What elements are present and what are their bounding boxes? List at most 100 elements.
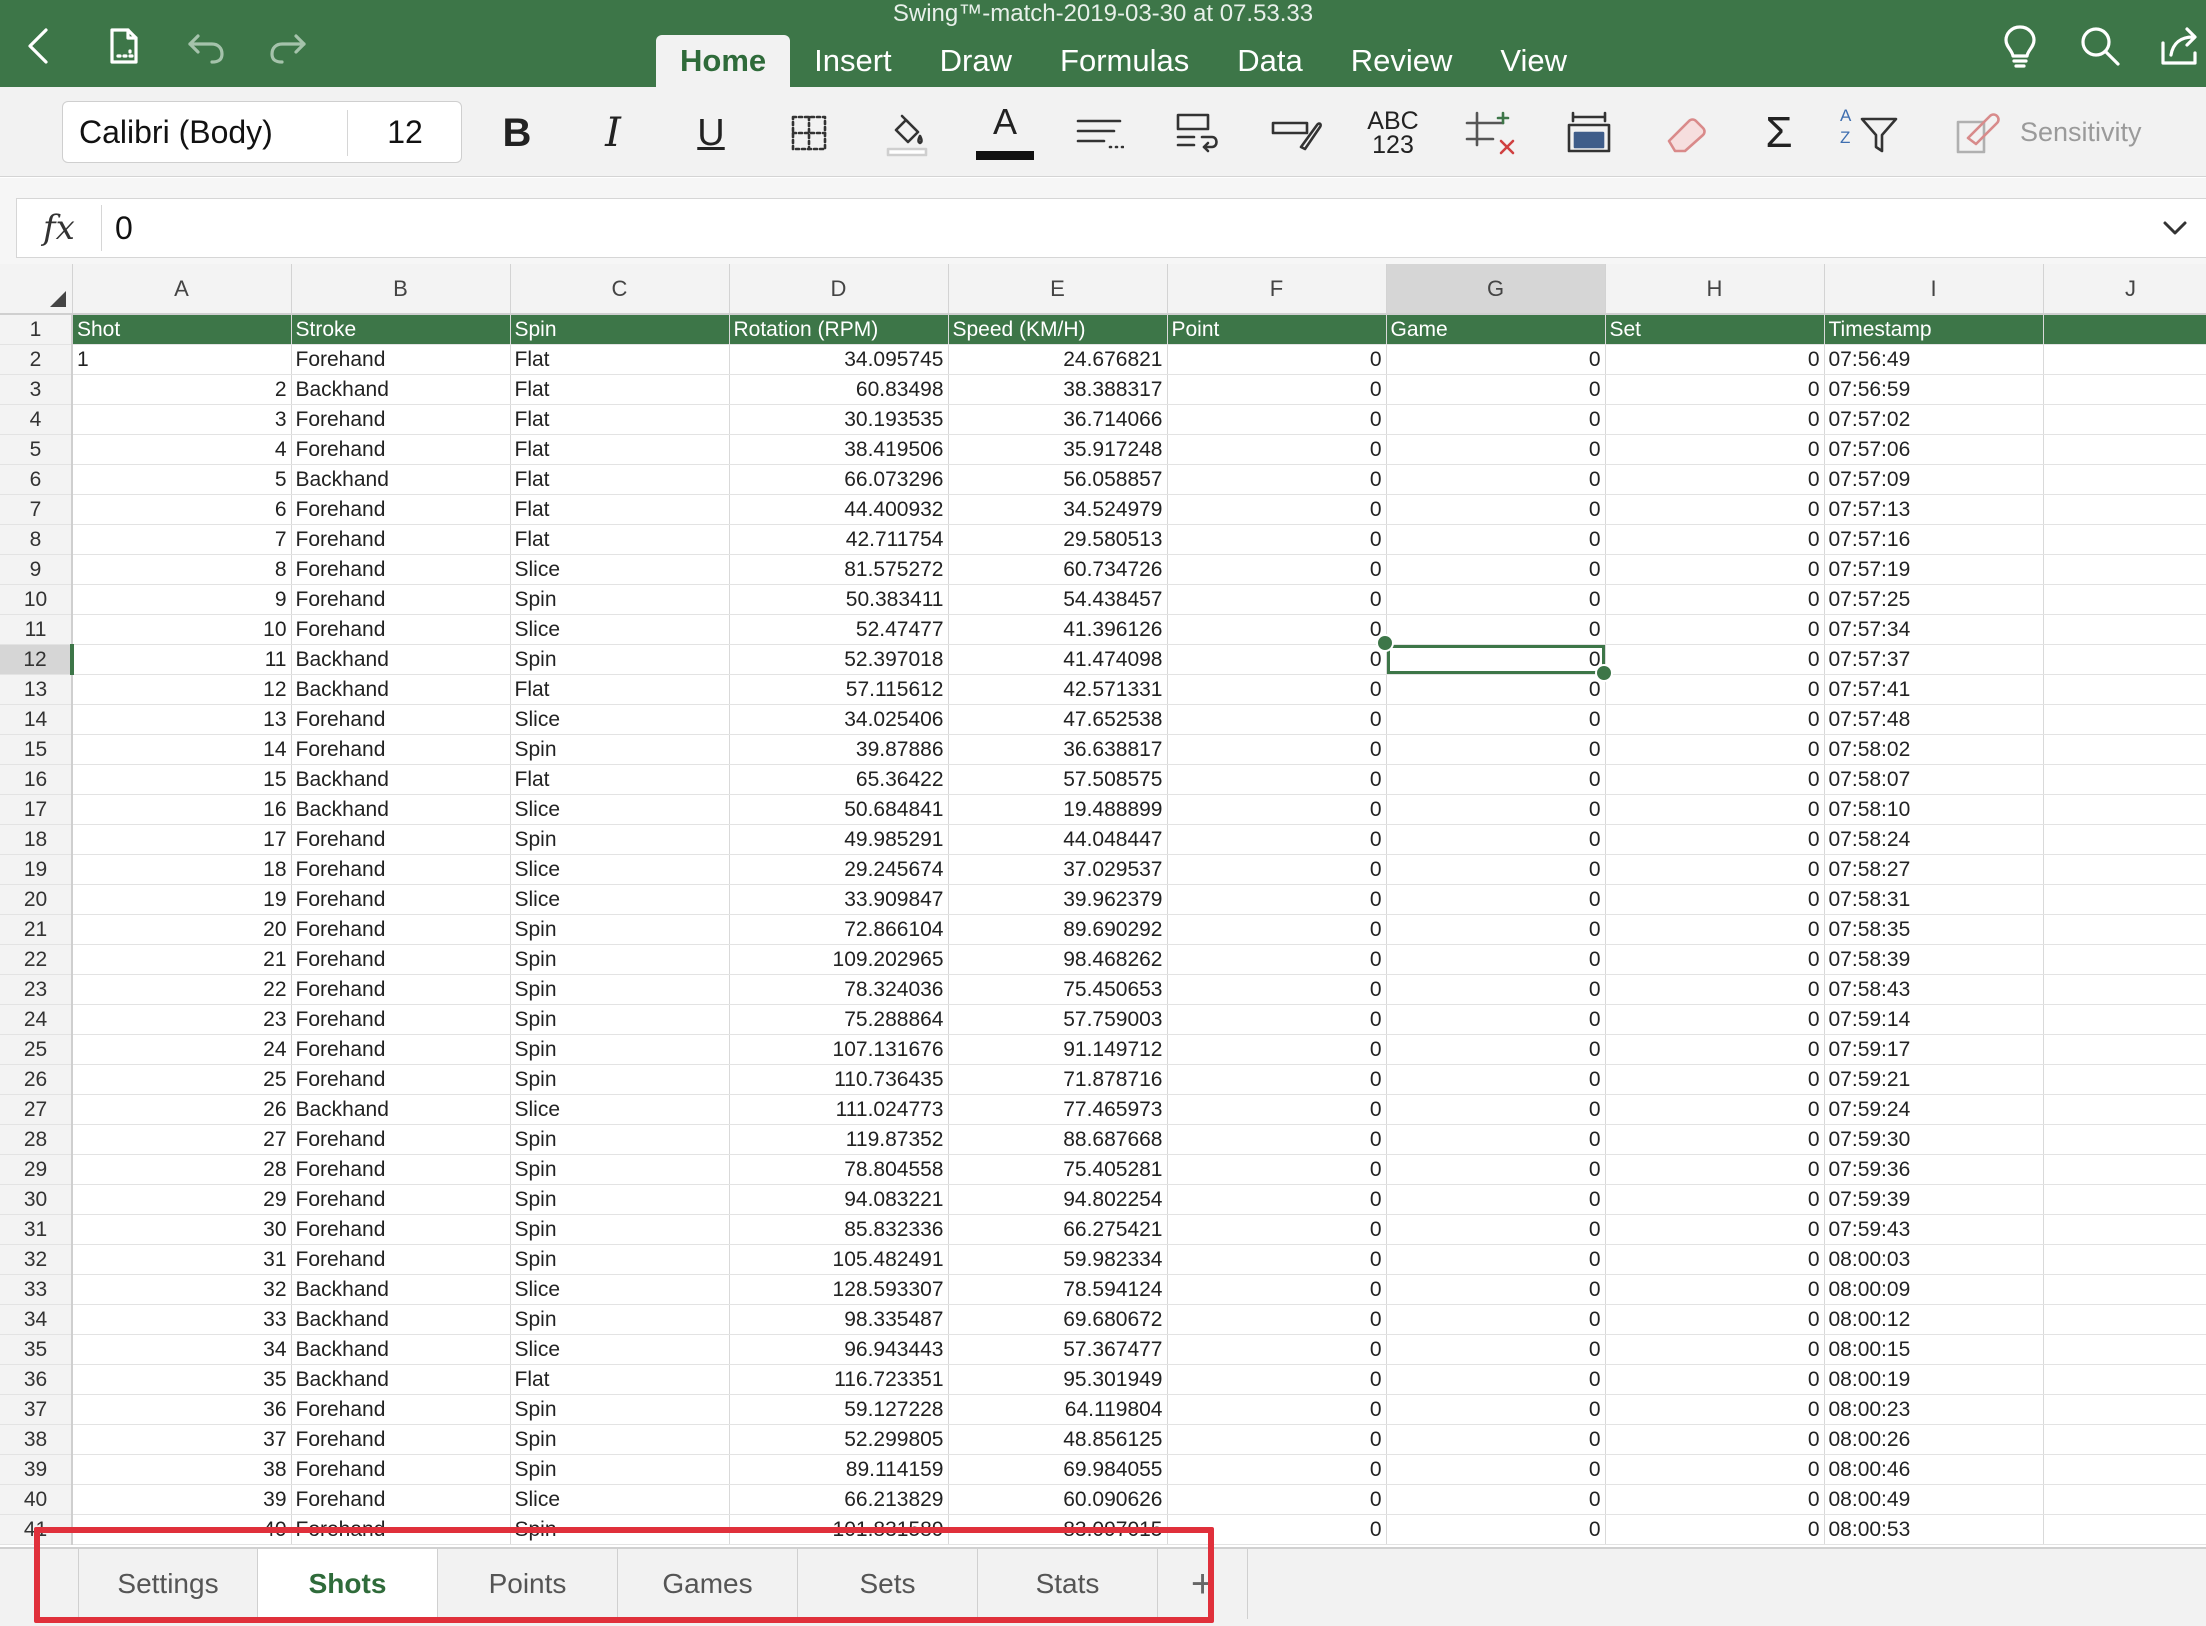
- cell-speed[interactable]: 59.982334: [948, 1244, 1168, 1275]
- empty-cell[interactable]: [2043, 1094, 2206, 1125]
- cell-shot[interactable]: 14: [72, 734, 292, 765]
- column-header-f[interactable]: F: [1167, 264, 1387, 315]
- column-header-c[interactable]: C: [510, 264, 730, 315]
- cell-point[interactable]: 0: [1167, 854, 1387, 885]
- cell-rotation[interactable]: 52.299805: [729, 1424, 949, 1455]
- cell-stroke[interactable]: Forehand: [291, 1394, 511, 1425]
- row-number[interactable]: 37: [0, 1394, 73, 1425]
- cell-shot[interactable]: 31: [72, 1244, 292, 1275]
- cell-rotation[interactable]: 52.397018: [729, 644, 949, 675]
- column-header-i[interactable]: I: [1824, 264, 2044, 315]
- cell-set[interactable]: 0: [1605, 974, 1825, 1005]
- cell-stroke[interactable]: Backhand: [291, 794, 511, 825]
- empty-cell[interactable]: [2043, 614, 2206, 645]
- cell-game[interactable]: 0: [1386, 764, 1606, 795]
- empty-cell[interactable]: [2043, 584, 2206, 615]
- cell-stroke[interactable]: Forehand: [291, 434, 511, 465]
- cell-game[interactable]: 0: [1386, 1454, 1606, 1485]
- empty-cell[interactable]: [2043, 764, 2206, 795]
- cell-point[interactable]: 0: [1167, 1154, 1387, 1185]
- cell-speed[interactable]: 19.488899: [948, 794, 1168, 825]
- cell-spin[interactable]: Spin: [510, 974, 730, 1005]
- cell-stroke[interactable]: Backhand: [291, 1094, 511, 1125]
- empty-cell[interactable]: [2043, 434, 2206, 465]
- row-number[interactable]: 36: [0, 1364, 73, 1395]
- tab-home[interactable]: Home: [656, 35, 791, 87]
- cell-rotation[interactable]: 65.36422: [729, 764, 949, 795]
- empty-cell[interactable]: [2043, 1394, 2206, 1425]
- cell-rotation[interactable]: 34.095745: [729, 344, 949, 375]
- cell-set[interactable]: 0: [1605, 344, 1825, 375]
- cell-set[interactable]: 0: [1605, 1364, 1825, 1395]
- share-icon[interactable]: [2154, 20, 2206, 72]
- row-number[interactable]: 14: [0, 704, 73, 735]
- cell-shot[interactable]: 24: [72, 1034, 292, 1065]
- empty-cell[interactable]: [2043, 704, 2206, 735]
- cell-point[interactable]: 0: [1167, 1304, 1387, 1335]
- cell-speed[interactable]: 24.676821: [948, 344, 1168, 375]
- cell-set[interactable]: 0: [1605, 1184, 1825, 1215]
- cell-spin[interactable]: Flat: [510, 494, 730, 525]
- sheet-tab-settings[interactable]: Settings: [78, 1549, 258, 1619]
- column-header-g[interactable]: G: [1386, 264, 1606, 315]
- cell-game[interactable]: 0: [1386, 494, 1606, 525]
- empty-cell[interactable]: [2043, 314, 2206, 345]
- empty-cell[interactable]: [2043, 1304, 2206, 1335]
- cell-timestamp[interactable]: 08:00:26: [1824, 1424, 2044, 1455]
- cell-game[interactable]: 0: [1386, 1484, 1606, 1515]
- cell-game[interactable]: 0: [1386, 1304, 1606, 1335]
- cell-point[interactable]: 0: [1167, 884, 1387, 915]
- cell-stroke[interactable]: Backhand: [291, 1364, 511, 1395]
- row-number[interactable]: 13: [0, 674, 73, 705]
- cell-timestamp[interactable]: 07:59:24: [1824, 1094, 2044, 1125]
- cell-spin[interactable]: Flat: [510, 344, 730, 375]
- delete-cells-icon[interactable]: [1558, 105, 1620, 161]
- cell-speed[interactable]: 75.405281: [948, 1154, 1168, 1185]
- cell-rotation[interactable]: 59.127228: [729, 1394, 949, 1425]
- empty-cell[interactable]: [2043, 734, 2206, 765]
- empty-cell[interactable]: [2043, 1454, 2206, 1485]
- cell-rotation[interactable]: 44.400932: [729, 494, 949, 525]
- row-number[interactable]: 7: [0, 494, 73, 525]
- cell-point[interactable]: 0: [1167, 1064, 1387, 1095]
- cell-speed[interactable]: 95.301949: [948, 1364, 1168, 1395]
- empty-cell[interactable]: [2043, 1214, 2206, 1245]
- header-cell-game[interactable]: Game: [1386, 314, 1606, 345]
- empty-cell[interactable]: [2043, 1124, 2206, 1155]
- cell-game[interactable]: 0: [1386, 884, 1606, 915]
- cell-timestamp[interactable]: 07:59:43: [1824, 1214, 2044, 1245]
- cell-rotation[interactable]: 94.083221: [729, 1184, 949, 1215]
- cell-timestamp[interactable]: 08:00:53: [1824, 1514, 2044, 1545]
- cell-stroke[interactable]: Forehand: [291, 404, 511, 435]
- cell-rotation[interactable]: 96.943443: [729, 1334, 949, 1365]
- cell-speed[interactable]: 36.714066: [948, 404, 1168, 435]
- cell-set[interactable]: 0: [1605, 704, 1825, 735]
- cell-point[interactable]: 0: [1167, 1094, 1387, 1125]
- cell-point[interactable]: 0: [1167, 1274, 1387, 1305]
- cell-set[interactable]: 0: [1605, 404, 1825, 435]
- italic-button[interactable]: I: [582, 105, 644, 161]
- cell-timestamp[interactable]: 08:00:15: [1824, 1334, 2044, 1365]
- column-header-a[interactable]: A: [72, 264, 292, 315]
- cell-point[interactable]: 0: [1167, 524, 1387, 555]
- cell-spin[interactable]: Slice: [510, 704, 730, 735]
- cell-game[interactable]: 0: [1386, 1364, 1606, 1395]
- cell-shot[interactable]: 3: [72, 404, 292, 435]
- cell-game[interactable]: 0: [1386, 1334, 1606, 1365]
- empty-cell[interactable]: [2043, 884, 2206, 915]
- cell-shot[interactable]: 18: [72, 854, 292, 885]
- row-number[interactable]: 39: [0, 1454, 73, 1485]
- cell-speed[interactable]: 77.465973: [948, 1094, 1168, 1125]
- cell-set[interactable]: 0: [1605, 1304, 1825, 1335]
- cell-game[interactable]: 0: [1386, 1514, 1606, 1545]
- cell-stroke[interactable]: Forehand: [291, 1064, 511, 1095]
- cell-point[interactable]: 0: [1167, 644, 1387, 675]
- underline-button[interactable]: U: [680, 105, 742, 161]
- cell-timestamp[interactable]: 07:56:59: [1824, 374, 2044, 405]
- cell-timestamp[interactable]: 07:59:14: [1824, 1004, 2044, 1035]
- cell-stroke[interactable]: Forehand: [291, 1034, 511, 1065]
- cell-shot[interactable]: 38: [72, 1454, 292, 1485]
- cell-rotation[interactable]: 111.024773: [729, 1094, 949, 1125]
- cell-game[interactable]: 0: [1386, 584, 1606, 615]
- cell-spin[interactable]: Flat: [510, 434, 730, 465]
